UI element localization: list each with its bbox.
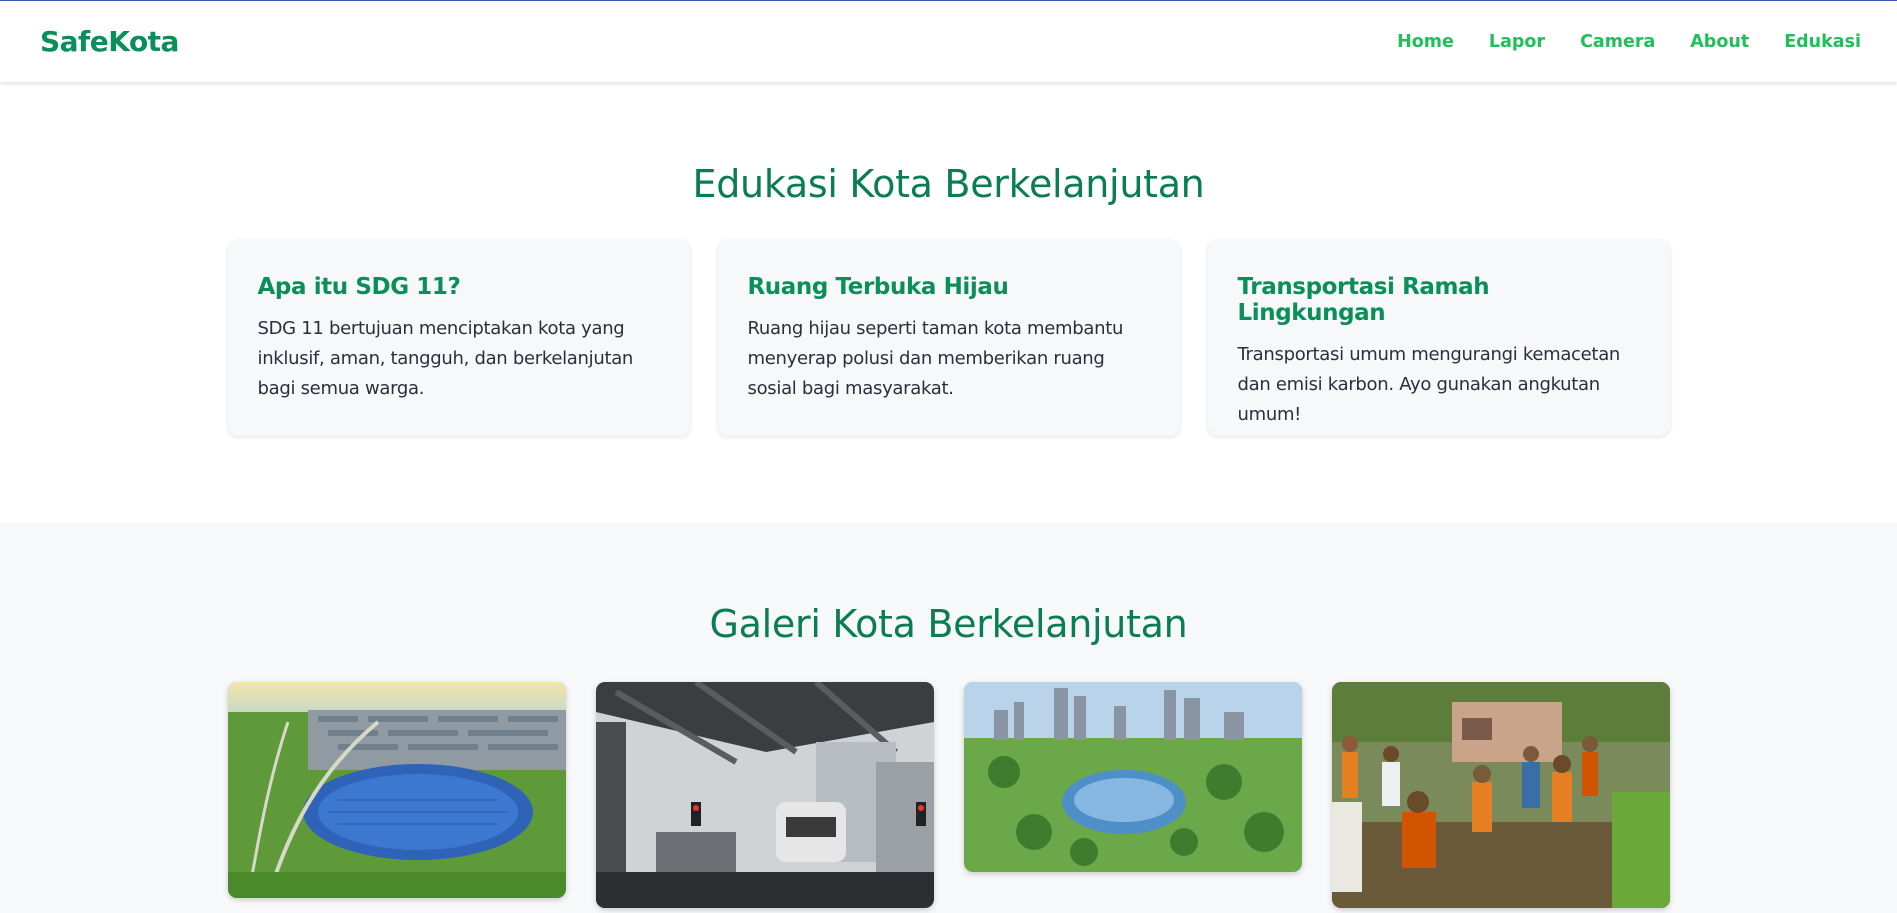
nav-link-home[interactable]: Home [1397, 32, 1454, 52]
edu-card-sdg11: Apa itu SDG 11? SDG 11 bertujuan mencipt… [227, 240, 690, 436]
gallery-image-community-cleanup[interactable] [1331, 682, 1670, 908]
nav-link-lapor[interactable]: Lapor [1489, 32, 1545, 52]
brand-logo[interactable]: SafeKota [40, 25, 179, 58]
card-text: Ruang hijau seperti taman kota membantu … [747, 318, 1124, 399]
card-title: Transportasi Ramah Lingkungan [1237, 274, 1490, 326]
edu-card-transportasi: Transportasi Ramah Lingkungan Transporta… [1207, 240, 1670, 436]
edukasi-section: Edukasi Kota Berkelanjutan Apa itu SDG 1… [0, 82, 1897, 522]
card-title: Ruang Terbuka Hijau [747, 274, 1009, 300]
card-text: Transportasi umum mengurangi kemacetan d… [1237, 344, 1621, 425]
nav-links: Home Lapor Camera About Edukasi [1362, 32, 1861, 52]
nav-link-camera[interactable]: Camera [1580, 32, 1655, 52]
nav-link-edukasi[interactable]: Edukasi [1784, 32, 1861, 52]
gallery-image-city-park[interactable] [963, 682, 1302, 872]
gallery-image-solar-farm[interactable] [227, 682, 566, 898]
gallery-image-train-station[interactable] [595, 682, 934, 908]
galeri-title: Galeri Kota Berkelanjutan [709, 602, 1188, 646]
card-text: SDG 11 bertujuan menciptakan kota yang i… [257, 318, 634, 399]
gallery-grid [0, 682, 1897, 908]
navbar: SafeKota Home Lapor Camera About Edukasi [0, 1, 1897, 82]
galeri-section: Galeri Kota Berkelanjutan [0, 522, 1897, 913]
card-title: Apa itu SDG 11? [257, 274, 461, 300]
edu-card-ruang-hijau: Ruang Terbuka Hijau Ruang hijau seperti … [717, 240, 1180, 436]
edukasi-title: Edukasi Kota Berkelanjutan [692, 162, 1205, 206]
nav-link-about[interactable]: About [1690, 32, 1749, 52]
edukasi-cards: Apa itu SDG 11? SDG 11 bertujuan mencipt… [0, 240, 1897, 436]
